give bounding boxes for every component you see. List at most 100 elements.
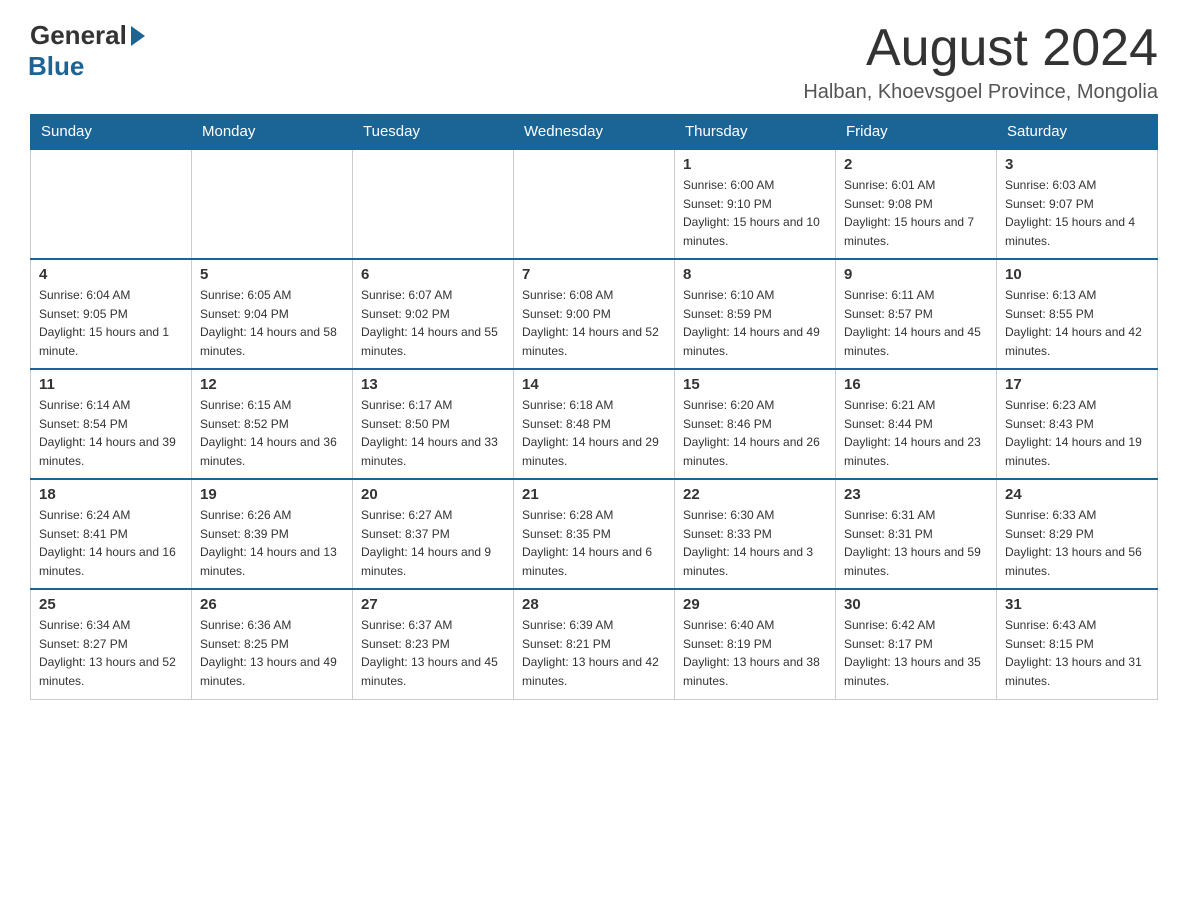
day-info: Sunrise: 6:39 AMSunset: 8:21 PMDaylight:… — [522, 616, 666, 690]
day-cell-0-6: 3 Sunrise: 6:03 AMSunset: 9:07 PMDaylight… — [997, 149, 1158, 259]
day-number: 15 — [683, 376, 827, 393]
day-number: 2 — [844, 156, 988, 173]
day-info: Sunrise: 6:33 AMSunset: 8:29 PMDaylight:… — [1005, 506, 1149, 580]
logo-arrow-icon — [131, 26, 145, 46]
day-cell-2-5: 16Sunrise: 6:21 AMSunset: 8:44 PMDayligh… — [836, 369, 997, 479]
day-cell-2-4: 15 Sunrise: 6:20 AMSunset: 8:46 PMDayligh… — [675, 369, 836, 479]
day-info: Sunrise: 6:01 AMSunset: 9:08 PMDaylight:… — [844, 176, 988, 250]
day-number: 23 — [844, 486, 988, 503]
day-info: Sunrise: 6:26 AMSunset: 8:39 PMDaylight:… — [200, 506, 344, 580]
day-number: 20 — [361, 486, 505, 503]
day-number: 9 — [844, 266, 988, 283]
day-number: 28 — [522, 596, 666, 613]
week-row-3: 11Sunrise: 6:14 AMSunset: 8:54 PMDayligh… — [31, 369, 1158, 479]
day-info: Sunrise: 6:15 AMSunset: 8:52 PMDaylight:… — [200, 396, 344, 470]
day-cell-1-1: 5 Sunrise: 6:05 AMSunset: 9:04 PMDaylight… — [192, 259, 353, 369]
day-info: Sunrise: 6:13 AMSunset: 8:55 PMDaylight:… — [1005, 286, 1149, 360]
day-cell-1-6: 10Sunrise: 6:13 AMSunset: 8:55 PMDayligh… — [997, 259, 1158, 369]
col-monday: Monday — [192, 115, 353, 150]
day-info: Sunrise: 6:03 AMSunset: 9:07 PMDaylight:… — [1005, 176, 1149, 250]
day-number: 29 — [683, 596, 827, 613]
day-info: Sunrise: 6:18 AMSunset: 8:48 PMDaylight:… — [522, 396, 666, 470]
day-cell-3-2: 20 Sunrise: 6:27 AMSunset: 8:37 PMDayligh… — [353, 479, 514, 589]
day-number: 14 — [522, 376, 666, 393]
day-info: Sunrise: 6:40 AMSunset: 8:19 PMDaylight:… — [683, 616, 827, 690]
day-number: 11 — [39, 376, 183, 393]
day-cell-4-4: 29 Sunrise: 6:40 AMSunset: 8:19 PMDayligh… — [675, 589, 836, 699]
col-tuesday: Tuesday — [353, 115, 514, 150]
day-info: Sunrise: 6:23 AMSunset: 8:43 PMDaylight:… — [1005, 396, 1149, 470]
day-cell-3-4: 22Sunrise: 6:30 AMSunset: 8:33 PMDayligh… — [675, 479, 836, 589]
calendar-header-row: Sunday Monday Tuesday Wednesday Thursday… — [31, 115, 1158, 150]
col-friday: Friday — [836, 115, 997, 150]
col-wednesday: Wednesday — [514, 115, 675, 150]
day-cell-4-2: 27Sunrise: 6:37 AMSunset: 8:23 PMDayligh… — [353, 589, 514, 699]
day-info: Sunrise: 6:11 AMSunset: 8:57 PMDaylight:… — [844, 286, 988, 360]
day-info: Sunrise: 6:07 AMSunset: 9:02 PMDaylight:… — [361, 286, 505, 360]
day-number: 3 — [1005, 156, 1149, 173]
page-header: General Blue August 2024 Halban, Khoevsg… — [30, 20, 1158, 104]
day-info: Sunrise: 6:42 AMSunset: 8:17 PMDaylight:… — [844, 616, 988, 690]
day-info: Sunrise: 6:00 AMSunset: 9:10 PMDaylight:… — [683, 176, 827, 250]
day-cell-4-1: 26Sunrise: 6:36 AMSunset: 8:25 PMDayligh… — [192, 589, 353, 699]
day-number: 5 — [200, 266, 344, 283]
col-thursday: Thursday — [675, 115, 836, 150]
day-cell-1-0: 4 Sunrise: 6:04 AMSunset: 9:05 PMDaylight… — [31, 259, 192, 369]
day-cell-0-0 — [31, 149, 192, 259]
day-info: Sunrise: 6:31 AMSunset: 8:31 PMDaylight:… — [844, 506, 988, 580]
week-row-4: 18 Sunrise: 6:24 AMSunset: 8:41 PMDayligh… — [31, 479, 1158, 589]
day-cell-4-3: 28 Sunrise: 6:39 AMSunset: 8:21 PMDayligh… — [514, 589, 675, 699]
week-row-2: 4 Sunrise: 6:04 AMSunset: 9:05 PMDaylight… — [31, 259, 1158, 369]
day-cell-1-4: 8 Sunrise: 6:10 AMSunset: 8:59 PMDaylight… — [675, 259, 836, 369]
day-info: Sunrise: 6:43 AMSunset: 8:15 PMDaylight:… — [1005, 616, 1149, 690]
day-number: 12 — [200, 376, 344, 393]
day-number: 24 — [1005, 486, 1149, 503]
calendar-table: Sunday Monday Tuesday Wednesday Thursday… — [30, 114, 1158, 700]
day-cell-2-0: 11Sunrise: 6:14 AMSunset: 8:54 PMDayligh… — [31, 369, 192, 479]
day-cell-3-1: 19 Sunrise: 6:26 AMSunset: 8:39 PMDayligh… — [192, 479, 353, 589]
day-cell-3-6: 24 Sunrise: 6:33 AMSunset: 8:29 PMDayligh… — [997, 479, 1158, 589]
logo-text: General — [30, 20, 145, 51]
day-number: 30 — [844, 596, 988, 613]
day-info: Sunrise: 6:04 AMSunset: 9:05 PMDaylight:… — [39, 286, 183, 360]
day-info: Sunrise: 6:28 AMSunset: 8:35 PMDaylight:… — [522, 506, 666, 580]
day-info: Sunrise: 6:34 AMSunset: 8:27 PMDaylight:… — [39, 616, 183, 690]
logo-blue-text: Blue — [28, 51, 84, 82]
day-number: 7 — [522, 266, 666, 283]
day-cell-4-0: 25Sunrise: 6:34 AMSunset: 8:27 PMDayligh… — [31, 589, 192, 699]
day-info: Sunrise: 6:37 AMSunset: 8:23 PMDaylight:… — [361, 616, 505, 690]
day-info: Sunrise: 6:10 AMSunset: 8:59 PMDaylight:… — [683, 286, 827, 360]
day-cell-1-5: 9 Sunrise: 6:11 AMSunset: 8:57 PMDaylight… — [836, 259, 997, 369]
day-cell-0-5: 2 Sunrise: 6:01 AMSunset: 9:08 PMDaylight… — [836, 149, 997, 259]
day-info: Sunrise: 6:30 AMSunset: 8:33 PMDaylight:… — [683, 506, 827, 580]
logo-general-text: General — [30, 20, 127, 51]
day-info: Sunrise: 6:08 AMSunset: 9:00 PMDaylight:… — [522, 286, 666, 360]
logo: General Blue — [30, 20, 145, 82]
day-cell-2-6: 17 Sunrise: 6:23 AMSunset: 8:43 PMDayligh… — [997, 369, 1158, 479]
day-cell-2-2: 13Sunrise: 6:17 AMSunset: 8:50 PMDayligh… — [353, 369, 514, 479]
day-cell-1-3: 7 Sunrise: 6:08 AMSunset: 9:00 PMDaylight… — [514, 259, 675, 369]
day-number: 21 — [522, 486, 666, 503]
day-cell-2-3: 14 Sunrise: 6:18 AMSunset: 8:48 PMDayligh… — [514, 369, 675, 479]
day-info: Sunrise: 6:27 AMSunset: 8:37 PMDaylight:… — [361, 506, 505, 580]
day-number: 4 — [39, 266, 183, 283]
month-title: August 2024 — [803, 20, 1158, 77]
day-number: 31 — [1005, 596, 1149, 613]
col-saturday: Saturday — [997, 115, 1158, 150]
day-number: 17 — [1005, 376, 1149, 393]
day-number: 6 — [361, 266, 505, 283]
day-cell-0-1 — [192, 149, 353, 259]
day-number: 8 — [683, 266, 827, 283]
col-sunday: Sunday — [31, 115, 192, 150]
day-info: Sunrise: 6:21 AMSunset: 8:44 PMDaylight:… — [844, 396, 988, 470]
day-number: 18 — [39, 486, 183, 503]
day-info: Sunrise: 6:24 AMSunset: 8:41 PMDaylight:… — [39, 506, 183, 580]
day-cell-3-3: 21 Sunrise: 6:28 AMSunset: 8:35 PMDayligh… — [514, 479, 675, 589]
day-number: 19 — [200, 486, 344, 503]
day-info: Sunrise: 6:05 AMSunset: 9:04 PMDaylight:… — [200, 286, 344, 360]
location-subtitle: Halban, Khoevsgoel Province, Mongolia — [803, 81, 1158, 104]
title-area: August 2024 Halban, Khoevsgoel Province,… — [803, 20, 1158, 104]
day-cell-3-5: 23 Sunrise: 6:31 AMSunset: 8:31 PMDayligh… — [836, 479, 997, 589]
day-cell-2-1: 12 Sunrise: 6:15 AMSunset: 8:52 PMDayligh… — [192, 369, 353, 479]
day-info: Sunrise: 6:20 AMSunset: 8:46 PMDaylight:… — [683, 396, 827, 470]
